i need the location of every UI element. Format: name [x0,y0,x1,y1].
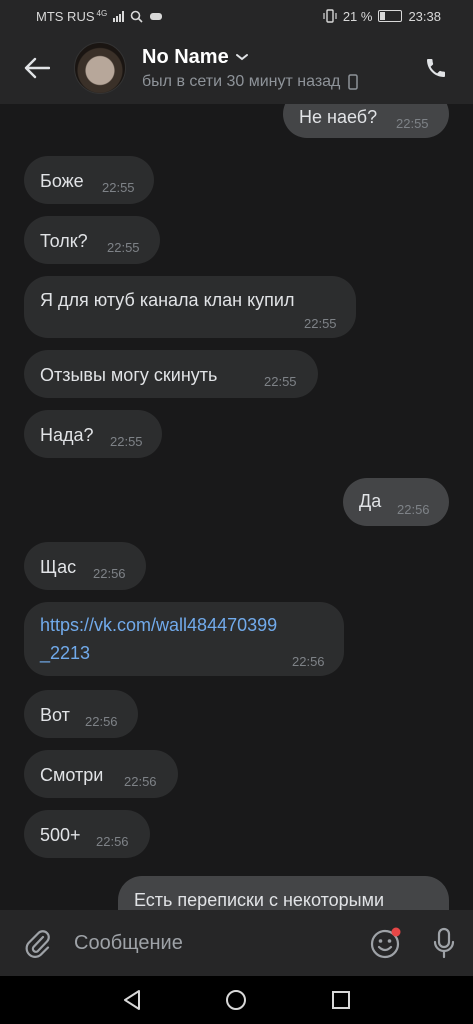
contact-name: No Name [142,45,229,68]
message-text: Да [359,491,382,511]
nav-home-button[interactable] [216,980,256,1020]
message-incoming[interactable]: Щас 22:56 [24,542,146,590]
message-time: 22:55 [264,374,297,389]
search-icon [130,10,143,23]
phone-icon [427,59,445,77]
message-incoming[interactable]: Отзывы могу скинуть 22:55 [24,350,318,398]
back-button[interactable] [0,32,74,104]
nav-recents-button[interactable] [321,980,361,1020]
message-text: Вот [40,705,70,725]
system-nav-bar [0,976,473,1024]
message-incoming[interactable]: Смотри 22:56 [24,750,178,798]
message-time: 22:55 [107,240,140,255]
message-text: Отзывы могу скинуть [40,365,218,385]
message-time: 22:56 [93,566,126,581]
vibrate-icon [323,9,337,23]
message-text: Я для ютуб канала клан купил [40,290,295,310]
message-outgoing[interactable]: Есть переписки с некоторыми [118,876,449,910]
message-time: 22:55 [396,116,429,131]
message-incoming[interactable]: Нада? 22:55 [24,410,162,458]
nav-back-button[interactable] [112,980,152,1020]
message-text: Толк? [40,231,88,251]
message-input[interactable]: Сообщение [74,932,357,955]
battery-icon [378,10,403,22]
message-incoming[interactable]: Боже 22:55 [24,156,154,204]
clock: 23:38 [408,8,441,24]
call-button[interactable] [413,32,459,104]
message-time: 22:55 [102,180,135,195]
message-link[interactable]: https://vk.com/wall484470399 [40,615,277,636]
nav-recents-icon [331,991,350,1009]
attach-button[interactable] [0,910,74,976]
gamepad-icon [150,13,163,20]
message-time: 22:56 [85,714,118,729]
paperclip-icon [25,930,50,958]
chat-header: No Name был в сети 30 минут назад [0,32,473,104]
nav-back-icon [124,990,141,1010]
message-text: 500+ [40,825,81,845]
contact-info[interactable]: No Name был в сети 30 минут назад [142,46,413,91]
emoji-icon [370,927,401,959]
message-incoming[interactable]: https://vk.com/wall484470399 _2213 22:56 [24,602,344,676]
message-text: Не наеб? [299,107,378,127]
message-composer: Сообщение [0,910,473,976]
message-incoming[interactable]: 500+ 22:56 [24,810,150,858]
message-incoming[interactable]: Я для ютуб канала клан купил 22:55 [24,276,356,338]
message-time: 22:55 [304,316,337,331]
message-link-continuation[interactable]: _2213 [40,643,90,664]
chevron-down-icon [235,54,248,61]
message-list[interactable]: Не наеб? 22:55 Боже 22:55 Толк? 22:55 Я … [0,104,473,910]
message-incoming[interactable]: Вот 22:56 [24,690,138,738]
message-time: 22:56 [397,502,430,517]
network-type: 4G [96,8,108,18]
message-text: Есть переписки с некоторыми [134,890,385,910]
message-time: 22:56 [292,654,325,669]
microphone-icon [433,927,455,959]
nav-home-icon [226,990,247,1010]
message-outgoing[interactable]: Не наеб? 22:55 [283,104,449,138]
back-arrow-icon [24,57,50,79]
last-seen-status: был в сети 30 минут назад [142,72,341,90]
message-text: Смотри [40,765,104,785]
voice-message-button[interactable] [415,910,473,976]
message-time: 22:56 [124,774,157,789]
message-time: 22:56 [96,834,129,849]
avatar[interactable] [74,42,126,94]
message-incoming[interactable]: Толк? 22:55 [24,216,160,264]
status-bar: MTS RUS 4G 21 % 23:38 [0,0,473,32]
message-text: Нада? [40,425,94,445]
carrier-label: MTS RUS [36,8,95,24]
message-text: Боже [40,171,84,191]
message-time: 22:55 [110,434,143,449]
emoji-button[interactable] [357,910,415,976]
battery-percent: 21 % [342,8,373,24]
device-icon [348,73,359,90]
message-outgoing[interactable]: Да 22:56 [343,478,449,526]
signal-icon [113,10,125,22]
message-text: Щас [40,557,77,577]
